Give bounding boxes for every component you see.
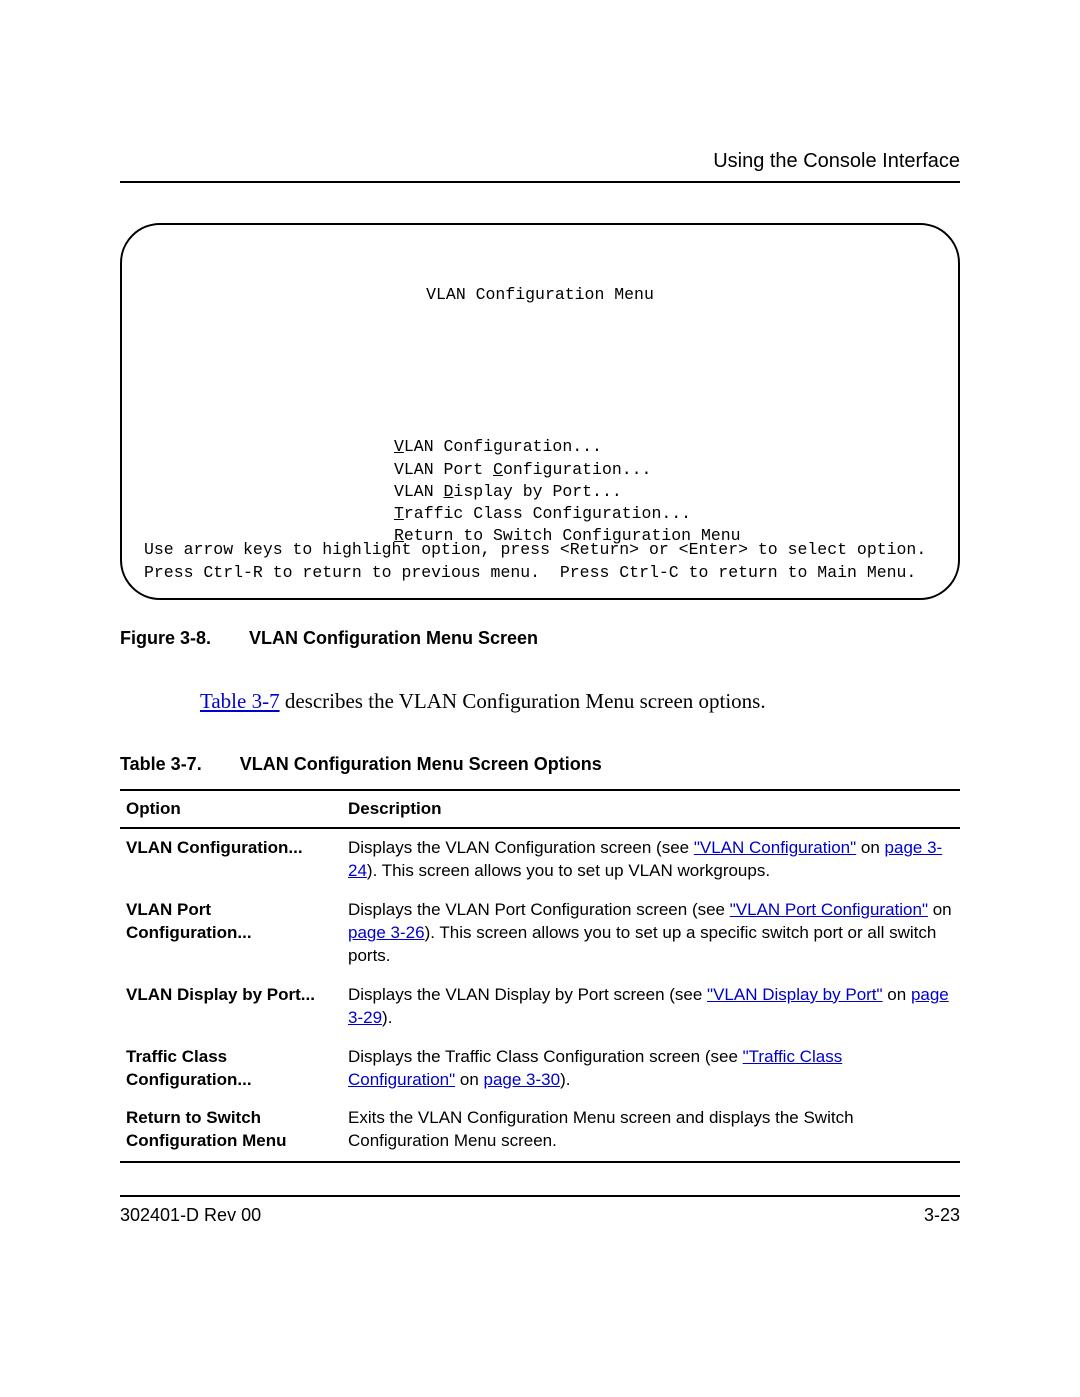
xref-link[interactable]: page 3-30 — [484, 1070, 561, 1089]
table-row: VLAN Configuration... Displays the VLAN … — [120, 828, 960, 891]
desc-cell: Displays the Traffic Class Configuration… — [342, 1038, 960, 1100]
footer-rule — [120, 1195, 960, 1197]
xref-link[interactable]: "VLAN Configuration" — [694, 838, 856, 857]
option-cell: VLAN Port Configuration... — [120, 891, 342, 976]
menu-item: Traffic Class Configuration... — [394, 504, 691, 523]
figure-title: VLAN Configuration Menu Screen — [249, 628, 538, 648]
table-xref-link[interactable]: Table 3-7 — [200, 689, 280, 713]
table-title: VLAN Configuration Menu Screen Options — [240, 754, 602, 774]
xref-link[interactable]: "VLAN Port Configuration" — [730, 900, 928, 919]
desc-cell: Displays the VLAN Display by Port screen… — [342, 976, 960, 1038]
header-rule — [120, 181, 960, 183]
option-cell: Traffic Class Configuration... — [120, 1038, 342, 1100]
option-cell: VLAN Configuration... — [120, 828, 342, 891]
table-row: Return to Switch Configuration Menu Exit… — [120, 1099, 960, 1162]
desc-cell: Displays the VLAN Port Configuration scr… — [342, 891, 960, 976]
menu-item: VLAN Port Configuration... — [394, 460, 651, 479]
table-row: VLAN Display by Port... Displays the VLA… — [120, 976, 960, 1038]
table-caption: Table 3-7. VLAN Configuration Menu Screen… — [120, 754, 960, 775]
table-label: Table 3-7. — [120, 754, 202, 774]
xref-link[interactable]: page 3-26 — [348, 923, 425, 942]
desc-cell: Exits the VLAN Configuration Menu screen… — [342, 1099, 960, 1162]
col-description: Description — [342, 790, 960, 828]
page-number: 3-23 — [924, 1205, 960, 1226]
console-footer: Use arrow keys to highlight option, pres… — [144, 539, 936, 584]
desc-cell: Displays the VLAN Configuration screen (… — [342, 828, 960, 891]
console-title: VLAN Configuration Menu — [144, 284, 936, 306]
option-cell: VLAN Display by Port... — [120, 976, 342, 1038]
col-option: Option — [120, 790, 342, 828]
body-paragraph: Table 3-7 describes the VLAN Configurati… — [200, 689, 960, 714]
menu-item: VLAN Configuration... — [394, 437, 602, 456]
page: Using the Console Interface VLAN Configu… — [0, 0, 1080, 1226]
table-row: Traffic Class Configuration... Displays … — [120, 1038, 960, 1100]
figure-label: Figure 3-8. — [120, 628, 211, 648]
option-cell: Return to Switch Configuration Menu — [120, 1099, 342, 1162]
console-menu: VLAN Configuration... VLAN Port Configur… — [394, 436, 936, 547]
xref-link[interactable]: "VLAN Display by Port" — [707, 985, 883, 1004]
menu-item: VLAN Display by Port... — [394, 482, 622, 501]
page-footer: 302401-D Rev 00 3-23 — [120, 1205, 960, 1226]
chapter-title: Using the Console Interface — [120, 150, 960, 173]
console-screen: VLAN Configuration Menu VLAN Configurati… — [120, 223, 960, 600]
table-row: VLAN Port Configuration... Displays the … — [120, 891, 960, 976]
options-table: Option Description VLAN Configuration...… — [120, 789, 960, 1163]
doc-id: 302401-D Rev 00 — [120, 1205, 261, 1226]
figure-caption: Figure 3-8. VLAN Configuration Menu Scree… — [120, 628, 960, 649]
